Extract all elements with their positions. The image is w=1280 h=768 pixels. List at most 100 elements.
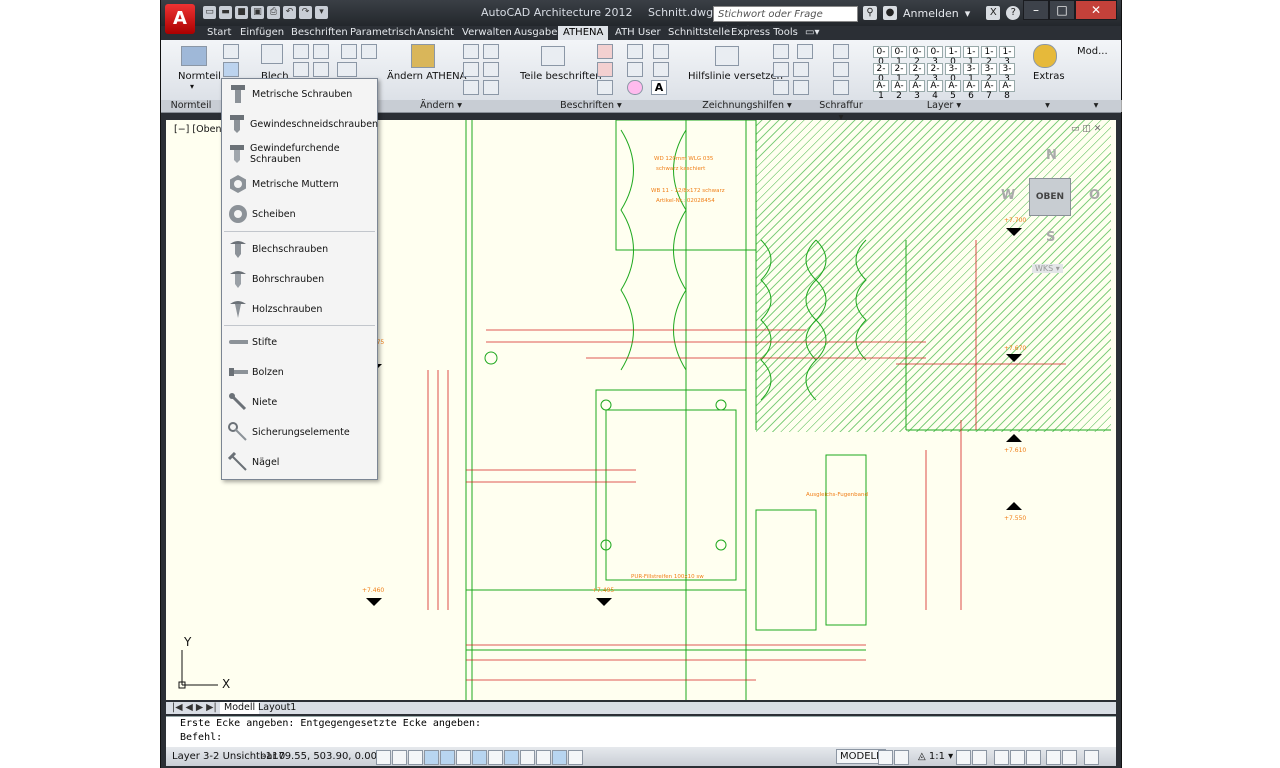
menu-item-sheet-metal-screw[interactable]: Blechschrauben <box>222 236 377 262</box>
command-prompt[interactable]: Befehl: <box>166 731 1116 745</box>
search-input[interactable]: Stichwort oder Frage eingeben <box>713 6 858 36</box>
viewport-window-controls[interactable]: ▭ ◫ ✕ <box>1071 124 1101 134</box>
panel-label-normteil[interactable]: Normteil <box>161 100 222 112</box>
tab-ansicht[interactable]: Ansicht <box>417 26 454 40</box>
tab-einfuegen[interactable]: Einfügen <box>240 26 284 40</box>
transparency-toggle[interactable] <box>536 750 551 765</box>
lineweight-toggle[interactable] <box>520 750 535 765</box>
quick-props-toggle[interactable] <box>552 750 567 765</box>
panel-label-schraffur[interactable]: Schraffur ▾ <box>818 100 865 123</box>
aendern-tool-5[interactable] <box>463 80 479 95</box>
annotation-visibility-icon[interactable] <box>956 750 971 765</box>
viewcube-top-face[interactable]: OBEN <box>1036 192 1064 202</box>
compass-s[interactable]: S <box>1046 230 1055 245</box>
schraffur-tool-3[interactable] <box>833 80 849 95</box>
screw-dropdown-icon[interactable] <box>223 62 239 77</box>
layer-button-0-3[interactable]: 0-3 <box>927 46 943 67</box>
quick-view-drawings-icon[interactable] <box>894 750 909 765</box>
menu-item-nail[interactable]: Nägel <box>222 449 377 475</box>
application-menu-button[interactable]: A <box>165 4 195 34</box>
zeichnungshilfe-tool-1[interactable] <box>773 44 789 59</box>
minimize-button[interactable]: – <box>1023 0 1049 20</box>
panel-label-mod[interactable]: ▾ <box>1071 100 1122 112</box>
beschriften-tool-5[interactable] <box>627 62 643 77</box>
osnap-toggle[interactable] <box>440 750 455 765</box>
extras-button[interactable]: Extras <box>1033 71 1065 82</box>
mod-button[interactable]: Mod... <box>1077 46 1108 57</box>
tool-icon-1[interactable] <box>293 44 309 59</box>
layer-button-1-0[interactable]: 1-0 <box>945 46 961 67</box>
redo-icon[interactable]: ↷ <box>299 6 312 19</box>
layer-button-3-2[interactable]: 3-2 <box>981 63 997 84</box>
help-icon[interactable]: ? <box>1006 6 1021 20</box>
auto-scale-icon[interactable] <box>972 750 987 765</box>
status-coordinates[interactable]: -1179.55, 503.90, 0.00 <box>262 747 377 766</box>
tab-layout1[interactable]: Layout1 <box>258 702 296 714</box>
aendern-tool-2[interactable] <box>483 44 499 59</box>
profile-i-icon[interactable] <box>223 44 239 59</box>
menu-item-thread-forming-screw[interactable]: Gewindefurchende Schrauben <box>222 141 377 167</box>
normteil-icon[interactable] <box>181 46 207 66</box>
zeichnungshilfe-tool-6[interactable] <box>793 80 809 95</box>
tab-athena[interactable]: ATHENA <box>558 26 609 40</box>
ribbon-minimize-icon[interactable]: ▭▾ <box>805 26 819 40</box>
schraffur-tool-1[interactable] <box>833 44 849 59</box>
compass-n[interactable]: N <box>1046 148 1057 163</box>
aendern-tool-6[interactable] <box>483 80 499 95</box>
layer-button-1-2[interactable]: 1-2 <box>981 46 997 67</box>
menu-item-washer[interactable]: Scheiben <box>222 201 377 227</box>
hilfslinie-button[interactable]: Hilfslinie versetzen <box>688 71 783 82</box>
aendern-athena-button[interactable]: Ändern ATHENA <box>387 71 466 82</box>
otrack-toggle[interactable] <box>472 750 487 765</box>
open-file-icon[interactable]: ▬ <box>219 6 232 19</box>
menu-item-drilling-screw[interactable]: Bohrschrauben <box>222 266 377 292</box>
beschriften-tool-8[interactable] <box>627 80 643 95</box>
layer-button-2-0[interactable]: 2-0 <box>873 63 889 84</box>
tool-icon-6[interactable] <box>313 62 329 77</box>
binoculars-icon[interactable]: ⚲ <box>863 6 877 20</box>
beschriften-tool-7[interactable] <box>597 80 613 95</box>
layer-button-a-6[interactable]: A-6 <box>963 80 979 101</box>
extras-gear-icon[interactable] <box>1033 44 1057 68</box>
hilfslinie-icon[interactable] <box>715 46 739 66</box>
tool-icon-2[interactable] <box>313 44 329 59</box>
tab-express-tools[interactable]: Express Tools <box>731 26 798 40</box>
text-style-icon[interactable]: A <box>651 80 667 95</box>
layer-button-a-4[interactable]: A-4 <box>927 80 943 101</box>
3d-osnap-toggle[interactable] <box>456 750 471 765</box>
tool-icon-7[interactable] <box>337 62 357 77</box>
tab-beschriften[interactable]: Beschriften <box>291 26 348 40</box>
selection-cycling-toggle[interactable] <box>568 750 583 765</box>
clean-screen-icon[interactable] <box>1084 750 1099 765</box>
signin-dropdown-icon[interactable]: ▾ <box>965 7 971 20</box>
layer-button-3-3[interactable]: 3-3 <box>999 63 1015 84</box>
tool-icon-4[interactable] <box>361 44 377 59</box>
undo-icon[interactable]: ↶ <box>283 6 296 19</box>
layer-button-2-2[interactable]: 2-2 <box>909 63 925 84</box>
lock-icon[interactable] <box>1010 750 1025 765</box>
beschriften-tool-3[interactable] <box>653 44 669 59</box>
teile-beschriften-button[interactable]: Teile beschriften <box>520 71 602 82</box>
save-as-icon[interactable]: ▣ <box>251 6 264 19</box>
dyn-toggle[interactable] <box>504 750 519 765</box>
lightbulb-icon[interactable] <box>1062 750 1077 765</box>
panel-label-extras[interactable]: ▾ <box>1024 100 1072 112</box>
workspace-gear-icon[interactable] <box>994 750 1009 765</box>
aendern-tool-3[interactable] <box>463 62 479 77</box>
beschriften-tool-1[interactable] <box>597 44 613 59</box>
menu-item-metric-screw[interactable]: Metrische Schrauben <box>222 81 377 107</box>
maximize-button[interactable]: □ <box>1049 0 1075 20</box>
menu-item-bolt[interactable]: Bolzen <box>222 359 377 385</box>
panel-label-beschriften[interactable]: Beschriften ▾ <box>506 100 677 112</box>
beschriften-tool-4[interactable] <box>597 62 613 77</box>
tab-modell[interactable]: Modell <box>220 702 260 714</box>
ducs-toggle[interactable] <box>488 750 503 765</box>
snap-mode-toggle[interactable] <box>376 750 391 765</box>
tab-ausgabe[interactable]: Ausgabe <box>514 26 557 40</box>
blech-icon[interactable] <box>261 44 283 64</box>
normteil-dropdown-icon[interactable]: ▾ <box>190 82 194 91</box>
qat-dropdown-icon[interactable]: ▾ <box>315 6 328 19</box>
layer-button-a-7[interactable]: A-7 <box>981 80 997 101</box>
tab-start[interactable]: Start <box>207 26 231 40</box>
annotation-scale-control[interactable]: ◬ 1:1 ▾ <box>918 747 953 766</box>
